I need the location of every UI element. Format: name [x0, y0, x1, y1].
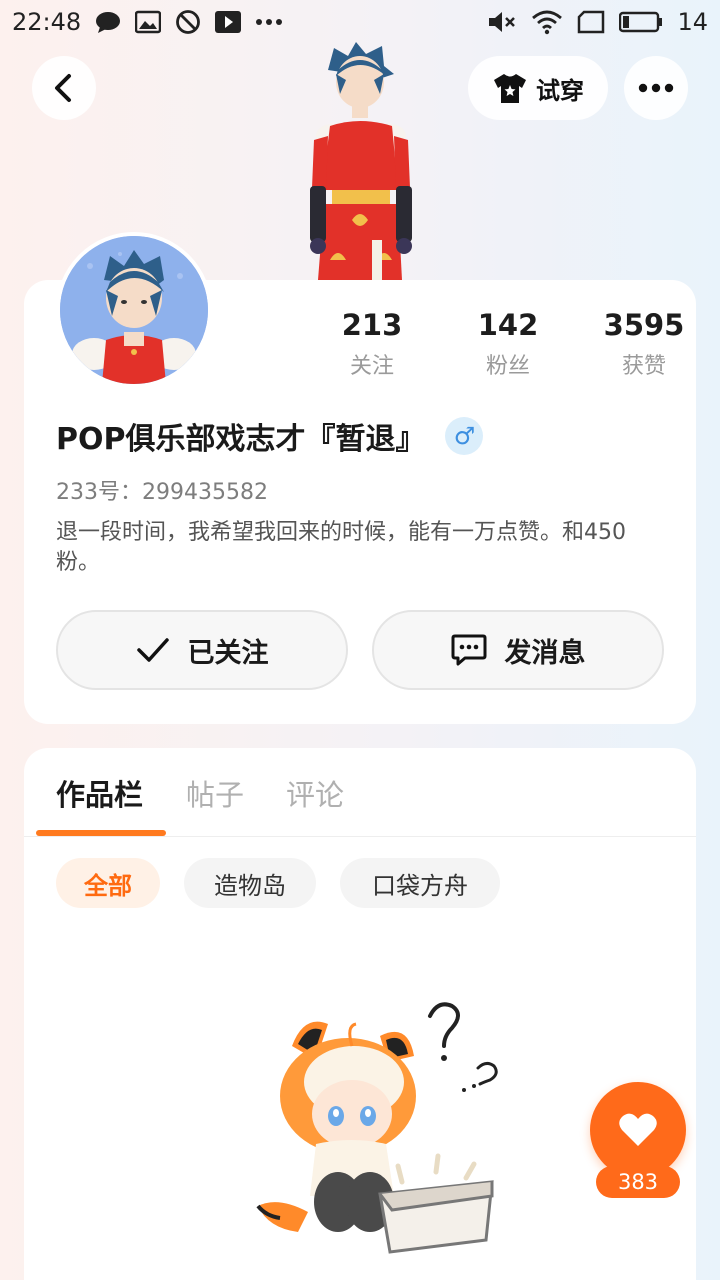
battery-icon — [619, 11, 663, 33]
checkmark-icon — [136, 638, 169, 662]
wifi-icon — [531, 9, 563, 35]
followed-label: 已关注 — [187, 637, 269, 669]
male-gender-icon: ♂ — [445, 417, 484, 455]
more-dots-icon — [255, 18, 283, 26]
stat-label: 获赞 — [621, 354, 666, 379]
stat-following[interactable]: 213 关注 — [304, 308, 440, 380]
tab-posts[interactable]: 帖子 — [186, 772, 244, 814]
more-dots-icon — [638, 83, 674, 93]
tab-works[interactable]: 作品栏 — [56, 772, 143, 814]
stat-followers[interactable]: 142 粉丝 — [440, 308, 576, 380]
try-on-button[interactable]: 试穿 — [468, 56, 608, 120]
followed-button[interactable]: 已关注 — [56, 610, 348, 690]
chevron-left-icon — [55, 74, 71, 102]
blocked-icon — [175, 9, 201, 35]
tab-comments[interactable]: 评论 — [286, 772, 344, 814]
user-bio: 退一段时间，我希望我回来的时候，能有一万点赞。和450粉。 — [56, 520, 626, 575]
filter-chip-all[interactable]: 全部 — [56, 858, 160, 908]
like-count: 383 — [596, 1166, 680, 1198]
stat-value: 3595 — [603, 308, 685, 342]
stat-label: 粉丝 — [485, 354, 530, 379]
stat-value: 213 — [341, 308, 403, 342]
mute-icon — [487, 10, 517, 34]
message-icon — [95, 10, 121, 34]
stat-label: 关注 — [349, 354, 394, 379]
stat-value: 142 — [477, 308, 539, 342]
status-bar: 22:48 14 — [0, 0, 720, 44]
tshirt-icon — [494, 74, 526, 103]
chat-bubble-icon — [451, 634, 486, 666]
avatar[interactable] — [56, 232, 212, 388]
send-message-button[interactable]: 发消息 — [372, 610, 664, 690]
works-card: 作品栏 帖子 评论 全部 造物岛 口袋方舟 — [24, 748, 696, 1280]
stat-likes[interactable]: 3595 获赞 — [576, 308, 712, 380]
heart-icon — [619, 1113, 657, 1146]
name-row: POP俱乐部戏志才『暂退』 ♂ — [56, 414, 484, 458]
username: POP俱乐部戏志才『暂退』 — [56, 422, 426, 457]
character-illustration — [290, 40, 430, 285]
filter-chip-pocket-ark[interactable]: 口袋方舟 — [340, 858, 500, 908]
content-tabs: 作品栏 帖子 评论 — [24, 748, 696, 837]
user-id[interactable]: 233号：299435582 — [56, 474, 268, 506]
send-message-label: 发消息 — [504, 637, 586, 669]
image-icon — [135, 10, 162, 34]
more-options-button[interactable] — [624, 56, 688, 120]
try-on-label: 试穿 — [536, 76, 584, 105]
like-button[interactable] — [590, 1082, 686, 1178]
active-tab-indicator — [36, 830, 166, 836]
filter-chip-creation-island[interactable]: 造物岛 — [184, 858, 316, 908]
battery-level: 14 — [677, 8, 708, 36]
profile-stats: 213 关注 142 粉丝 3595 获赞 — [304, 308, 712, 380]
back-button[interactable] — [32, 56, 96, 120]
empty-state-illustration — [238, 996, 508, 1266]
play-icon — [215, 10, 242, 34]
screen-icon — [577, 10, 605, 34]
status-time: 22:48 — [12, 8, 82, 36]
